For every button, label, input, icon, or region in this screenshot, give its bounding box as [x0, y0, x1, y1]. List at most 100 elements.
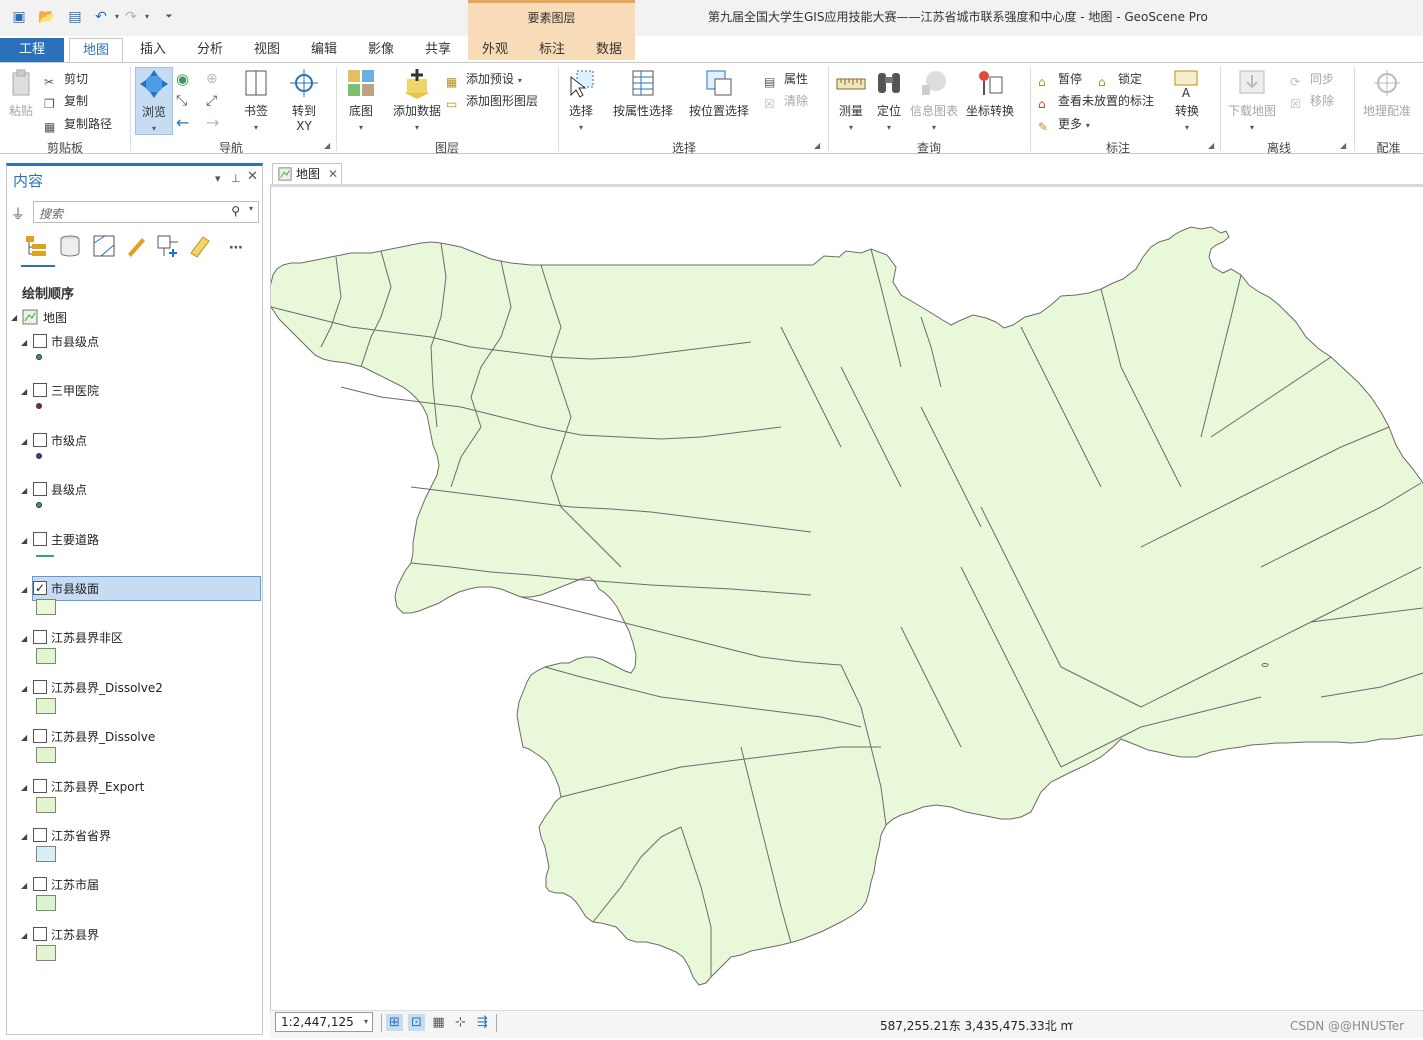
list-by-selection-icon[interactable] [91, 233, 117, 259]
bookmarks-dropdown-icon[interactable]: ▾ [254, 123, 258, 132]
layer-name[interactable]: 市县级面 [51, 580, 99, 597]
select-by-location-button[interactable]: 按位置选择 [686, 67, 752, 119]
paste-button[interactable]: 粘贴 [4, 67, 38, 119]
layer-expand-icon[interactable]: ◢ [21, 733, 27, 742]
pane-options-icon[interactable]: ▾ [215, 172, 221, 185]
list-by-labeling-icon[interactable] [187, 233, 213, 259]
fixed-zoom-in-icon[interactable]: ⤡ [176, 91, 187, 111]
layer-expand-icon[interactable]: ◢ [21, 387, 27, 396]
convert-labels-dropdown-icon[interactable]: ▾ [1185, 123, 1189, 132]
fixed-extent-icon[interactable]: ⊞ [386, 1014, 403, 1031]
layer-expand-icon[interactable]: ◢ [21, 536, 27, 545]
layer-visibility-checkbox[interactable] [33, 383, 47, 397]
layer-expand-icon[interactable]: ◢ [21, 437, 27, 446]
goto-xy-button[interactable]: 转到 XY [284, 67, 324, 133]
close-pane-icon[interactable]: ✕ [247, 169, 258, 184]
basemap-button[interactable]: 底图 ▾ [342, 67, 380, 133]
layer-expand-icon[interactable]: ◢ [21, 585, 27, 594]
tab-labeling[interactable]: 标注 [527, 38, 577, 62]
layer-expand-icon[interactable]: ◢ [21, 931, 27, 940]
layer-visibility-checkbox[interactable]: ✓ [33, 581, 47, 595]
map-expand-icon[interactable]: ◢ [11, 313, 17, 322]
layer-visibility-checkbox[interactable] [33, 532, 47, 546]
navigate-launcher-icon[interactable]: ◢ [324, 141, 330, 150]
scale-selector[interactable]: 1:2,447,125 ▾ [275, 1012, 373, 1032]
layer-name[interactable]: 江苏县界_Export [51, 778, 144, 795]
open-project-icon[interactable]: 📂 [38, 8, 56, 26]
layer-expand-icon[interactable]: ◢ [21, 881, 27, 890]
pause-drawing-icon[interactable]: ⇶ [474, 1014, 491, 1031]
layer-expand-icon[interactable]: ◢ [21, 634, 27, 643]
basemap-dropdown-icon[interactable]: ▾ [359, 123, 363, 132]
tab-analysis[interactable]: 分析 [185, 38, 235, 62]
tab-edit[interactable]: 编辑 [299, 38, 349, 62]
layer-name[interactable]: 江苏县界_Dissolve [51, 728, 155, 745]
add-data-dropdown-icon[interactable]: ▾ [415, 123, 419, 132]
download-map-button[interactable]: 下载地图 ▾ [1226, 67, 1278, 133]
view-unplaced-labels-button[interactable]: ⌂ 查看未放置的标注 [1038, 91, 1154, 111]
list-by-data-source-icon[interactable] [57, 233, 83, 259]
locate-button[interactable]: 定位 ▾ [872, 67, 906, 133]
layer-expand-icon[interactable]: ◢ [21, 832, 27, 841]
layer-name[interactable]: 主要道路 [51, 531, 99, 548]
add-graphics-layer-button[interactable]: ▭ 添加图形图层 [446, 91, 538, 111]
layer-visibility-checkbox[interactable] [33, 630, 47, 644]
layer-visibility-checkbox[interactable] [33, 927, 47, 941]
offline-launcher-icon[interactable]: ◢ [1340, 141, 1346, 150]
tab-project[interactable]: 工程 [0, 38, 64, 62]
layer-name[interactable]: 江苏县界_Dissolve2 [51, 679, 163, 696]
layer-expand-icon[interactable]: ◢ [21, 783, 27, 792]
next-extent-icon[interactable]: → [206, 113, 219, 133]
full-extent-icon[interactable]: ◉ [176, 69, 189, 89]
tab-view[interactable]: 视图 [242, 38, 292, 62]
layer-visibility-checkbox[interactable] [33, 729, 47, 743]
layer-name[interactable]: 市县级点 [51, 333, 99, 350]
new-project-icon[interactable]: ▣ [10, 8, 28, 26]
save-project-icon[interactable]: ▤ [66, 8, 84, 26]
map-grid-snapping-icon[interactable]: ⊡ [408, 1014, 425, 1031]
search-input[interactable]: 搜索 ⚲ ▾ [33, 201, 259, 223]
layer-expand-icon[interactable]: ◢ [21, 684, 27, 693]
snapping-icon[interactable]: ⊹ [452, 1014, 469, 1031]
cut-button[interactable]: ✂ 剪切 [44, 69, 88, 89]
list-by-drawing-order-icon[interactable] [23, 233, 49, 259]
measure-button[interactable]: 测量 ▾ [832, 67, 870, 133]
layer-visibility-checkbox[interactable] [33, 433, 47, 447]
pause-labels-button[interactable]: ⌂ 暂停 [1038, 69, 1082, 89]
more-options-icon[interactable]: ⋯ [229, 240, 243, 256]
add-preset-button[interactable]: ▦ 添加预设 ▾ [446, 69, 522, 89]
georeference-button[interactable]: 地理配准 [1358, 67, 1416, 119]
layer-name[interactable]: 市级点 [51, 432, 87, 449]
select-by-attributes-button[interactable]: 按属性选择 [610, 67, 676, 119]
infographics-button[interactable]: 信息图表 ▾ [908, 67, 960, 133]
layer-expand-icon[interactable]: ◢ [21, 338, 27, 347]
tab-appearance[interactable]: 外观 [470, 38, 520, 62]
previous-extent-icon[interactable]: ← [176, 113, 189, 133]
close-map-tab-icon[interactable]: ✕ [328, 164, 338, 184]
add-data-button[interactable]: 添加数据 ▾ [390, 67, 444, 133]
select-button[interactable]: 选择 ▾ [562, 67, 600, 133]
lock-labels-button[interactable]: ⌂ 锁定 [1098, 69, 1142, 89]
customize-quick-access-icon[interactable]: ⏷ [160, 8, 178, 26]
tab-imagery[interactable]: 影像 [356, 38, 406, 62]
layer-name[interactable]: 江苏县界非区 [51, 629, 123, 646]
copy-path-button[interactable]: ▦ 复制路径 [44, 114, 112, 134]
selection-launcher-icon[interactable]: ◢ [814, 141, 820, 150]
map-view-tab[interactable]: 地图 ✕ [272, 163, 342, 185]
layer-name[interactable]: 江苏县界 [51, 926, 99, 943]
search-icon[interactable]: ⚲ [231, 204, 240, 218]
attributes-button[interactable]: ▤ 属性 [764, 69, 808, 89]
layer-visibility-checkbox[interactable] [33, 680, 47, 694]
search-options-icon[interactable]: ▾ [249, 204, 253, 213]
remove-offline-button[interactable]: ☒ 移除 [1290, 91, 1334, 111]
pin-pane-icon[interactable]: ⊥ [231, 172, 241, 185]
explore-button[interactable]: 浏览 ▾ [135, 67, 173, 135]
layer-name[interactable]: 县级点 [51, 481, 87, 498]
layer-expand-icon[interactable]: ◢ [21, 486, 27, 495]
redo-dropdown-icon[interactable]: ▾ [138, 8, 156, 26]
layer-name[interactable]: 江苏市届 [51, 876, 99, 893]
clear-selection-button[interactable]: ☒ 清除 [764, 91, 808, 111]
labeling-launcher-icon[interactable]: ◢ [1208, 141, 1214, 150]
layer-visibility-checkbox[interactable] [33, 334, 47, 348]
bookmarks-button[interactable]: 书签 ▾ [238, 67, 274, 133]
